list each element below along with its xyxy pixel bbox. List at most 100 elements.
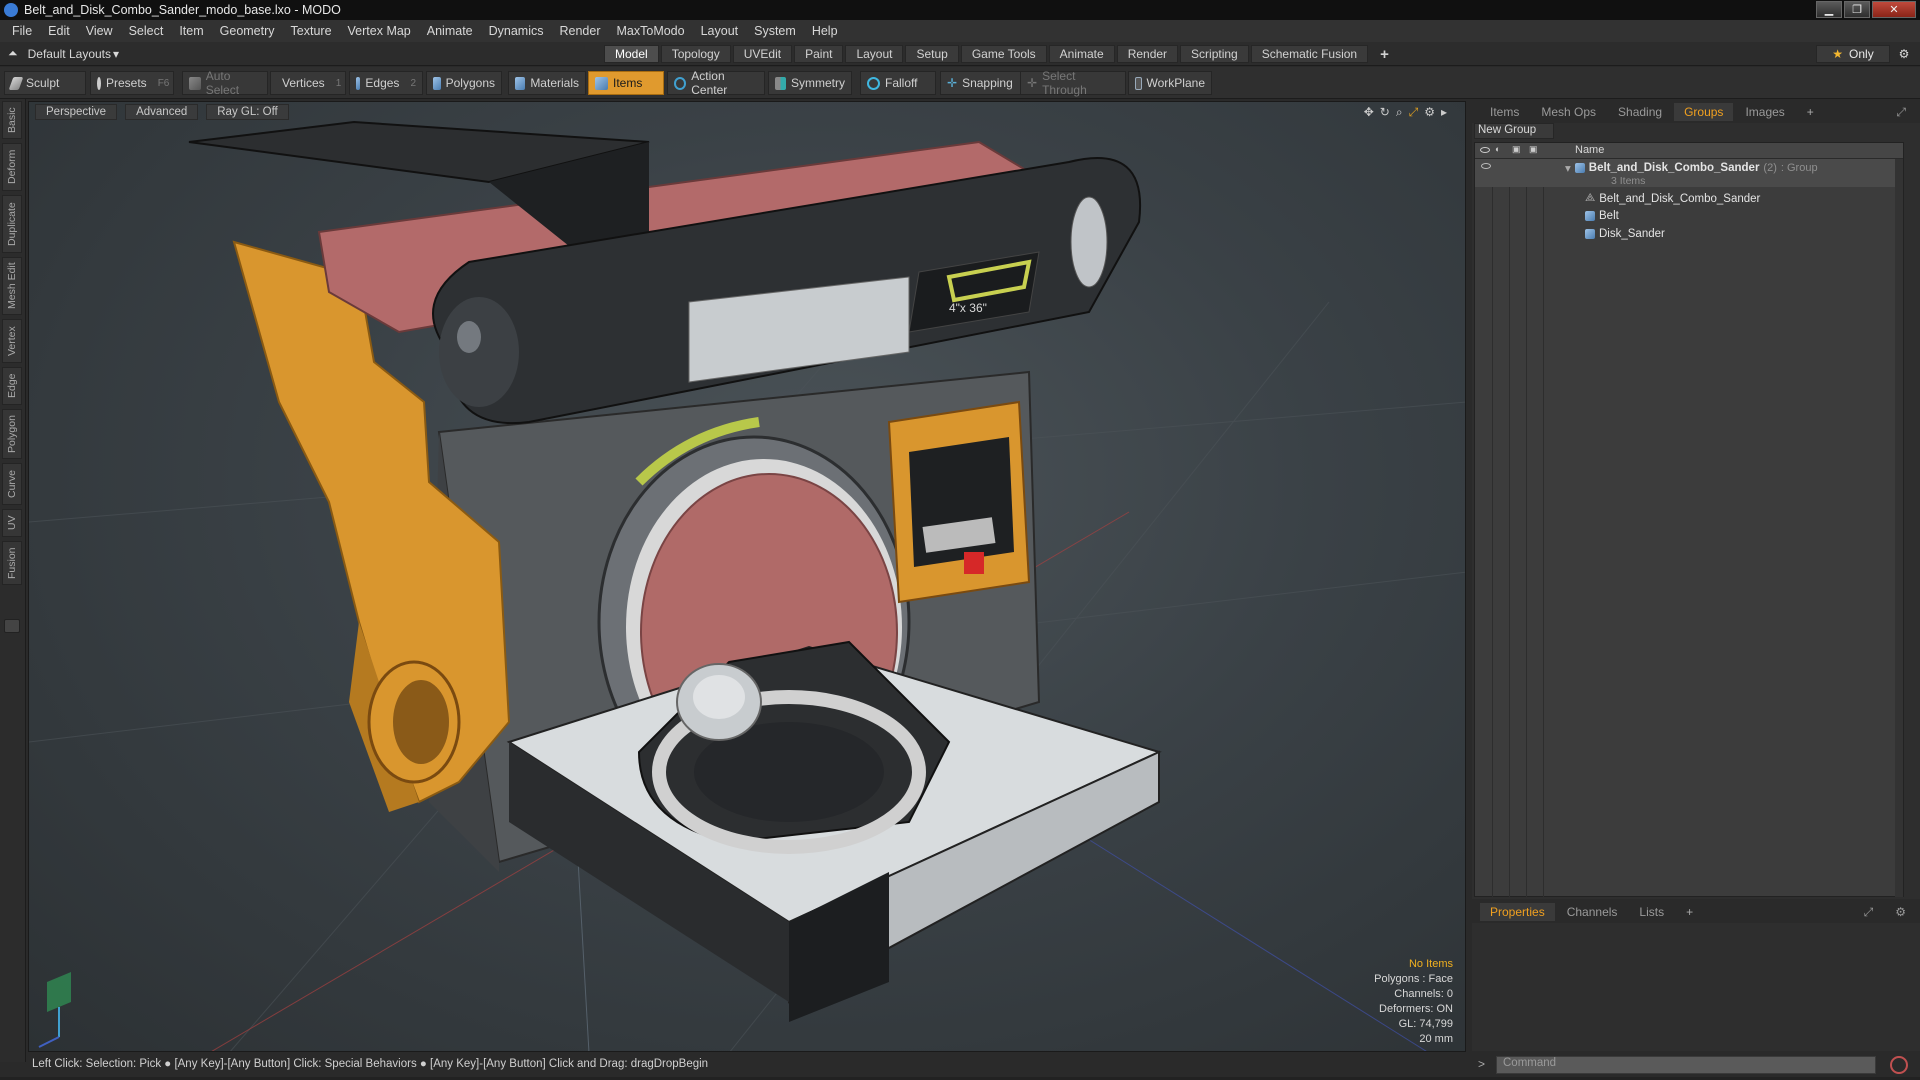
tab-scripting[interactable]: Scripting <box>1180 45 1249 63</box>
collapse-icon[interactable]: ⏶ <box>8 46 18 61</box>
view-mode-button[interactable]: Perspective <box>35 104 118 120</box>
tab-animate[interactable]: Animate <box>1048 45 1115 63</box>
collapse-arrow-icon[interactable]: ▾ <box>1565 161 1571 175</box>
menu-view[interactable]: View <box>78 24 121 38</box>
close-button[interactable]: ✕ <box>1872 1 1916 18</box>
tab-model[interactable]: Model <box>604 45 659 63</box>
list-item[interactable]: ⟁ Belt_and_Disk_Combo_Sander <box>1475 190 1903 208</box>
menu-edit[interactable]: Edit <box>40 24 78 38</box>
tab-shading[interactable]: Shading <box>1608 103 1672 121</box>
visibility-column-icon[interactable] <box>1478 144 1492 158</box>
vtab-deform[interactable]: Deform <box>2 143 22 191</box>
add-tab-icon[interactable]: + <box>1370 45 1399 63</box>
menu-texture[interactable]: Texture <box>283 24 340 38</box>
tab-render[interactable]: Render <box>1116 45 1179 63</box>
raygl-button[interactable]: Ray GL: Off <box>206 104 289 120</box>
menu-geometry[interactable]: Geometry <box>212 24 283 38</box>
menu-vertex-map[interactable]: Vertex Map <box>340 24 419 38</box>
tab-mesh-ops[interactable]: Mesh Ops <box>1531 103 1606 121</box>
panel-expand-icon[interactable]: ⤢ <box>1886 103 1916 122</box>
menu-dynamics[interactable]: Dynamics <box>481 24 552 38</box>
vtab-fusion[interactable]: Fusion <box>2 541 22 585</box>
vtab-edge[interactable]: Edge <box>2 367 22 405</box>
workplane-button[interactable]: WorkPlane <box>1128 71 1212 95</box>
tab-game-tools[interactable]: Game Tools <box>960 45 1047 63</box>
tab-schematic-fusion[interactable]: Schematic Fusion <box>1250 45 1369 63</box>
fit-icon[interactable]: ⤢ <box>1409 105 1419 120</box>
render-column-icon[interactable]: ◐ <box>1495 144 1509 158</box>
tab-layout[interactable]: Layout <box>845 45 904 63</box>
list-item[interactable]: Disk_Sander <box>1475 226 1903 244</box>
command-record-icon[interactable] <box>1890 1056 1908 1074</box>
group-row[interactable]: ▾ Belt_and_Disk_Combo_Sander (2) : Group… <box>1475 159 1903 187</box>
vtab-curve[interactable]: Curve <box>2 463 22 505</box>
lock-column-icon[interactable]: ▣ <box>1512 144 1526 158</box>
add-properties-tab-icon[interactable]: + <box>1676 903 1703 921</box>
properties-expand-icon[interactable]: ⤢ <box>1854 903 1884 922</box>
menu-system[interactable]: System <box>746 24 804 38</box>
vtab-vertex[interactable]: Vertex <box>2 319 22 363</box>
visibility-eye-icon[interactable] <box>1481 163 1491 169</box>
shading-mode-button[interactable]: Advanced <box>125 104 199 120</box>
groups-table: ◐ ▣ ▣ Name ▾ Belt_and_Disk_Combo_Sander … <box>1474 142 1904 897</box>
gear-icon[interactable]: ⚙ <box>1893 45 1915 63</box>
menu-select[interactable]: Select <box>121 24 172 38</box>
tab-channels[interactable]: Channels <box>1557 903 1628 921</box>
command-input[interactable]: Command <box>1496 1056 1876 1074</box>
symmetry-button[interactable]: Symmetry <box>768 71 852 95</box>
menu-file[interactable]: File <box>4 24 40 38</box>
maximize-button[interactable]: ❐ <box>1844 1 1870 18</box>
select-through-button[interactable]: ✛ Select Through <box>1020 69 1126 97</box>
edges-button[interactable]: Edges 2 <box>349 71 423 95</box>
vtab-mesh-edit[interactable]: Mesh Edit <box>2 257 22 315</box>
tab-paint[interactable]: Paint <box>794 45 844 63</box>
list-item[interactable]: Belt <box>1475 208 1903 226</box>
presets-button[interactable]: Presets F6 <box>90 71 174 95</box>
strip-toggle-button[interactable] <box>4 619 20 633</box>
vtab-uv[interactable]: UV <box>2 509 22 537</box>
menu-render[interactable]: Render <box>552 24 609 38</box>
menu-maxtomodo[interactable]: MaxToModo <box>609 24 693 38</box>
add-panel-tab-icon[interactable]: + <box>1797 103 1824 121</box>
snapping-button[interactable]: ✛ Snapping <box>940 71 1024 95</box>
tab-setup[interactable]: Setup <box>905 45 959 63</box>
viewport-settings-icon[interactable]: ⚙ <box>1424 105 1435 120</box>
only-button[interactable]: ★ Only <box>1816 45 1890 63</box>
menu-animate[interactable]: Animate <box>419 24 481 38</box>
groups-scrollbar[interactable] <box>1895 159 1903 897</box>
vtab-polygon[interactable]: Polygon <box>2 409 22 459</box>
properties-settings-icon[interactable]: ⚙ <box>1885 903 1916 921</box>
action-center-button[interactable]: Action Center <box>667 69 765 97</box>
viewport-menu-icon[interactable]: ▸ <box>1441 105 1447 120</box>
tab-lists[interactable]: Lists <box>1629 903 1674 921</box>
3d-viewport[interactable]: 4"x 36" Perspective Advanced Ray GL: Off… <box>28 101 1466 1052</box>
falloff-button[interactable]: Falloff <box>860 71 936 95</box>
rotate-icon[interactable]: ↻ <box>1380 105 1390 120</box>
workplane-label: WorkPlane <box>1146 76 1205 90</box>
new-group-button[interactable]: New Group <box>1474 123 1554 139</box>
vtab-duplicate[interactable]: Duplicate <box>2 195 22 253</box>
sculpt-button[interactable]: Sculpt <box>4 71 86 95</box>
pan-icon[interactable]: ✥ <box>1364 105 1374 120</box>
viewport-info: No Items Polygons : Face Channels: 0 Def… <box>1374 957 1453 1047</box>
tab-images[interactable]: Images <box>1735 103 1794 121</box>
tab-items[interactable]: Items <box>1480 103 1529 121</box>
select-column-icon[interactable]: ▣ <box>1529 144 1543 158</box>
tab-groups[interactable]: Groups <box>1674 103 1734 121</box>
tab-topology[interactable]: Topology <box>660 45 731 63</box>
minimize-button[interactable]: ▁ <box>1816 1 1842 18</box>
name-column-header[interactable]: Name <box>1575 144 1604 156</box>
vertices-button[interactable]: Vertices 1 <box>270 71 346 95</box>
zoom-icon[interactable]: ⌕ <box>1396 105 1403 120</box>
menu-help[interactable]: Help <box>804 24 846 38</box>
tab-uvedit[interactable]: UVEdit <box>732 45 793 63</box>
materials-button[interactable]: Materials <box>508 71 586 95</box>
tab-properties[interactable]: Properties <box>1480 903 1555 921</box>
items-button[interactable]: Items <box>588 71 664 95</box>
auto-select-button[interactable]: Auto Select <box>182 69 268 97</box>
layout-selector[interactable]: ⏶ Default Layouts ▾ <box>8 46 119 61</box>
polygons-button[interactable]: Polygons <box>426 71 502 95</box>
menu-layout[interactable]: Layout <box>693 24 747 38</box>
menu-item[interactable]: Item <box>171 24 211 38</box>
vtab-basic[interactable]: Basic <box>2 101 22 139</box>
